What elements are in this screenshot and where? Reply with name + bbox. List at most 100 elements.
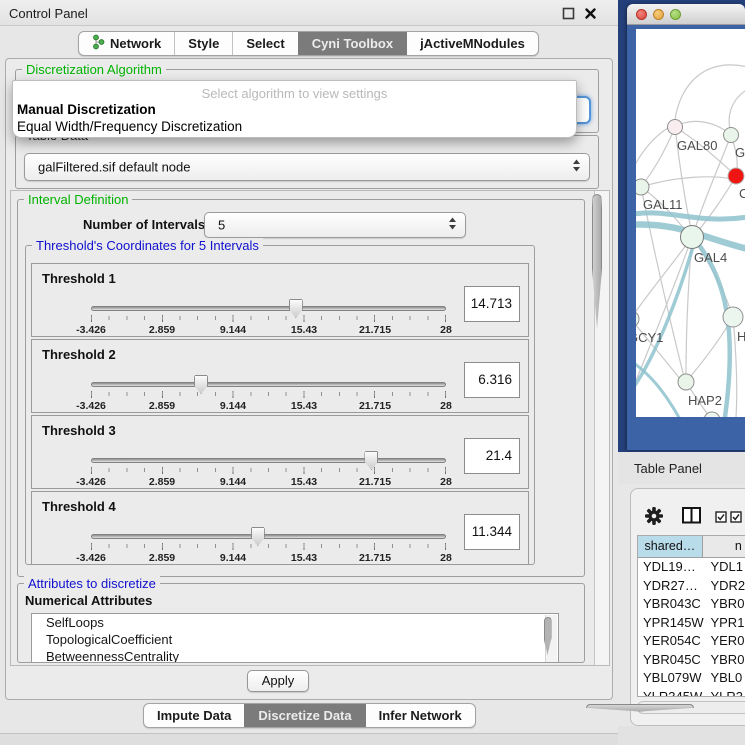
- table-panel: shared… n YDL19…YDL1 YDR27…YDR2 YBR043CY…: [630, 488, 745, 726]
- tab-select[interactable]: Select: [232, 32, 297, 55]
- table-panel-title: Table Panel: [634, 461, 702, 476]
- algorithm-hint: Select algorithm to view settings: [13, 86, 576, 101]
- slider-track[interactable]: [91, 458, 446, 463]
- threshold-2-value-field[interactable]: 6.316: [464, 362, 520, 398]
- threshold-4-label: Threshold 4: [42, 499, 116, 514]
- unselect-checkbox-icon[interactable]: [730, 510, 742, 528]
- node-gal80[interactable]: [668, 120, 683, 135]
- list-item[interactable]: TopologicalCoefficient: [32, 631, 558, 648]
- threshold-4-value-field[interactable]: 11.344: [464, 514, 520, 550]
- control-panel: Control Panel Network Style Select Cyni …: [0, 0, 618, 745]
- node-attribute-table: shared… n YDL19…YDL1 YDR27…YDR2 YBR043CY…: [637, 535, 745, 697]
- algorithm-dropdown-popup: Select algorithm to view settings Manual…: [12, 80, 577, 138]
- slider-track[interactable]: [91, 534, 446, 539]
- tab-cyni-toolbox[interactable]: Cyni Toolbox: [298, 32, 406, 55]
- network-icon: [92, 34, 105, 53]
- attributes-group-title: Attributes to discretize: [24, 576, 160, 591]
- table-data-value: galFiltered.sif default node: [38, 160, 190, 175]
- node-hap2[interactable]: [678, 374, 694, 390]
- threshold-1-label: Threshold 1: [42, 271, 116, 286]
- threshold-4-panel: Threshold 4 -3.426 2.859 9.144 15.43 21.…: [31, 491, 529, 565]
- threshold-3-label: Threshold 3: [42, 423, 116, 438]
- node-gal4[interactable]: [681, 226, 704, 249]
- table-panel-header: Table Panel: [618, 452, 745, 484]
- discretization-algorithm-title: Discretization Algorithm: [22, 62, 166, 77]
- node-label: GCY1: [636, 330, 663, 345]
- right-pane-footer: [618, 726, 745, 745]
- tab-discretize-data[interactable]: Discretize Data: [244, 704, 364, 727]
- table-row[interactable]: YBR045CYBR0: [638, 651, 745, 670]
- column-header-name[interactable]: n: [703, 536, 745, 558]
- tab-style[interactable]: Style: [174, 32, 232, 55]
- threshold-3-slider[interactable]: -3.426 2.859 9.144 15.43 21.715 28: [91, 452, 446, 488]
- threshold-3-value-field[interactable]: 21.4: [464, 438, 520, 474]
- slider-track[interactable]: [91, 382, 446, 387]
- zoom-traffic-light[interactable]: [670, 9, 681, 20]
- table-row[interactable]: YPR145WYPR1: [638, 614, 745, 633]
- node-label: C: [739, 186, 745, 201]
- node-label: GAL4: [694, 250, 727, 265]
- table-data-group: Table Data galFiltered.sif default node: [15, 135, 599, 189]
- network-canvas[interactable]: GAL80 G C GAL11 GAL4 GCY1 H HAP2: [636, 29, 745, 417]
- columns-icon[interactable]: [682, 507, 702, 529]
- threshold-4-slider[interactable]: -3.426 2.859 9.144 15.43 21.715 28: [91, 528, 446, 564]
- threshold-2-panel: Threshold 2 -3.426 2.859 9.144 15.43 21.…: [31, 339, 529, 413]
- slider-minor-ticks: [91, 544, 446, 548]
- column-header-shared-name[interactable]: shared…: [638, 536, 703, 558]
- slider-track[interactable]: [91, 306, 446, 311]
- slider-minor-ticks: [91, 316, 446, 320]
- thresholds-group-title: Threshold's Coordinates for 5 Intervals: [32, 238, 263, 253]
- node-label: H: [737, 329, 745, 344]
- gear-icon[interactable]: [645, 507, 663, 530]
- node-h[interactable]: [723, 307, 743, 327]
- node-gcy1[interactable]: [636, 311, 639, 327]
- table-header-row: shared… n: [638, 536, 745, 558]
- table-row[interactable]: YLR345WYLR3: [638, 688, 745, 698]
- list-scrollbar[interactable]: [545, 615, 557, 663]
- tab-network[interactable]: Network: [79, 32, 174, 55]
- table-row[interactable]: YDL19…YDL1: [638, 558, 745, 577]
- settings-vertical-scrollbar[interactable]: [594, 191, 609, 665]
- close-traffic-light[interactable]: [636, 9, 647, 20]
- node-gal11[interactable]: [636, 179, 649, 195]
- control-panel-tabbar: Network Style Select Cyni Toolbox jActiv…: [78, 31, 539, 56]
- tab-impute-data[interactable]: Impute Data: [144, 704, 244, 727]
- node-label: HAP2: [688, 393, 722, 408]
- threshold-3-panel: Threshold 3 -3.426 2.859 9.144 15.43 21.…: [31, 415, 529, 489]
- table-horizontal-scrollbar[interactable]: [637, 701, 745, 714]
- table-data-combobox[interactable]: galFiltered.sif default node: [24, 153, 590, 181]
- status-strip: [0, 733, 618, 745]
- number-of-intervals-combobox[interactable]: 5: [204, 212, 466, 238]
- threshold-1-slider[interactable]: -3.426 2.859 9.144 15.43 21.715 28: [91, 300, 446, 336]
- tab-jactivemnodules[interactable]: jActiveMNodules: [406, 32, 538, 55]
- tab-infer-network[interactable]: Infer Network: [365, 704, 475, 727]
- popup-option-equal-width[interactable]: Equal Width/Frequency Discretization: [17, 119, 242, 134]
- table-row[interactable]: YER054CYER0: [638, 632, 745, 651]
- slider-minor-ticks: [91, 392, 446, 396]
- control-panel-titlebar: Control Panel: [0, 0, 618, 26]
- tab-network-label: Network: [110, 36, 161, 51]
- table-row[interactable]: YBL079WYBL0: [638, 669, 745, 688]
- network-window-titlebar[interactable]: [627, 4, 745, 25]
- node-label: G: [735, 145, 745, 160]
- threshold-1-value-field[interactable]: 14.713: [464, 286, 520, 322]
- settings-scroll-area: Interval Definition Number of Intervals …: [10, 190, 610, 666]
- popup-option-manual-discretization[interactable]: Manual Discretization: [17, 102, 156, 117]
- panel-title: Control Panel: [9, 6, 88, 21]
- threshold-2-slider[interactable]: -3.426 2.859 9.144 15.43 21.715 28: [91, 376, 446, 412]
- numerical-attributes-list[interactable]: SelfLoops TopologicalCoefficient Between…: [31, 613, 559, 663]
- table-row[interactable]: YDR27…YDR2: [638, 577, 745, 596]
- list-item[interactable]: SelfLoops: [32, 614, 558, 631]
- application-window: Control Panel Network Style Select Cyni …: [0, 0, 745, 745]
- combobox-arrows-icon: [448, 216, 457, 234]
- node-green-top[interactable]: [724, 128, 739, 143]
- combobox-arrows-icon: [572, 158, 581, 176]
- close-icon[interactable]: [584, 7, 598, 21]
- node-red-selected[interactable]: [728, 168, 744, 184]
- select-all-checkbox-icon[interactable]: [715, 510, 727, 528]
- table-row[interactable]: YBR043CYBR0: [638, 595, 745, 614]
- minimize-traffic-light[interactable]: [653, 9, 664, 20]
- float-icon[interactable]: [562, 7, 576, 21]
- apply-button[interactable]: Apply: [247, 670, 309, 692]
- list-item[interactable]: BetweennessCentrality: [32, 648, 558, 663]
